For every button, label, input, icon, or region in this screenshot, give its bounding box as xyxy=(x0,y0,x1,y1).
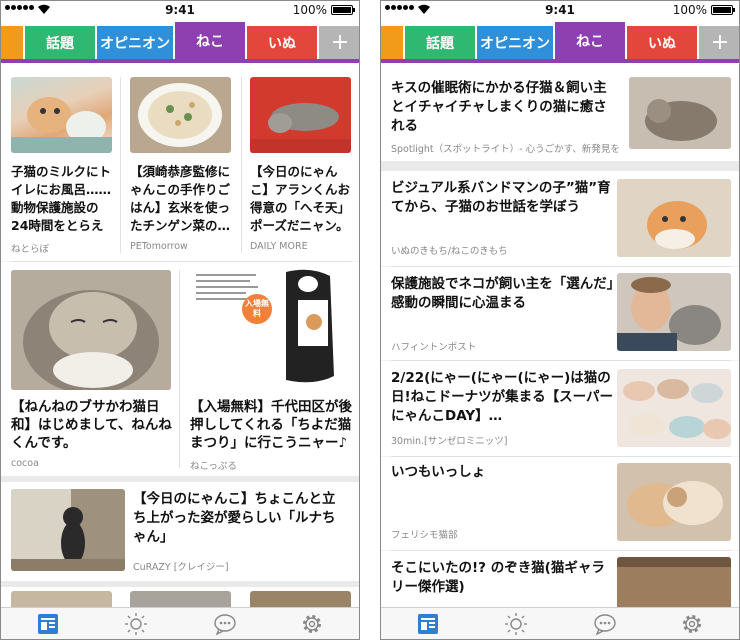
weather-sun-icon[interactable] xyxy=(124,612,148,636)
article-title: 2/22(にゃー(にゃー(にゃー)は猫の日!ねこドーナツが集まる【スーパーにゃん… xyxy=(391,370,614,424)
tab-label: オピニオン xyxy=(480,35,550,52)
article-card[interactable]: 【今日のにゃんこ】アランくんお得意の「へそ天」ポーズだニャン。 DAILY MO… xyxy=(242,65,359,261)
tab-prev[interactable] xyxy=(381,26,403,59)
article-source: ハフィントンポスト xyxy=(391,342,477,353)
news-feed[interactable]: キスの催眠術にかかる仔猫＆飼い主とイチャイチャしまくりの猫に癒される Spotl… xyxy=(381,65,739,609)
article-thumbnail xyxy=(11,270,171,390)
article-thumbnail xyxy=(617,557,731,609)
tab-dog[interactable]: いぬ xyxy=(247,26,317,59)
article-card[interactable]: 子猫のミルクにトイレにお風呂……動物保護施設の24時間をとらえた ねとらぼ xyxy=(1,65,119,261)
weather-sun-icon[interactable] xyxy=(504,612,528,636)
article-source: いぬのきもち/ねこのきもち xyxy=(391,246,508,257)
tab-opinion[interactable]: オピニオン xyxy=(477,26,553,59)
article-list-item[interactable]: 2/22(にゃー(にゃー(にゃー)は猫の日!ねこドーナツが集まる【スーパーにゃん… xyxy=(381,361,739,456)
tab-cat[interactable]: ねこ xyxy=(555,22,625,59)
article-thumbnail xyxy=(617,179,731,257)
article-source: CuRAZY [クレイジー] xyxy=(133,562,229,573)
article-list-item[interactable]: そこにいたの!? のぞき猫(猫ギャラリー傑作選) xyxy=(381,551,739,609)
category-tabs: 話題 オピニオン ねこ いぬ + xyxy=(1,19,359,65)
battery-percent: 100% xyxy=(292,3,327,17)
article-card[interactable]: 【須崎恭彦監修にゃんこの手作りごはん】玄米を使ったチンゲン菜の… PETomor… xyxy=(121,65,241,261)
article-source: 30min.[サンゼロミニッツ] xyxy=(391,436,508,447)
tab-underline xyxy=(381,59,739,63)
section-gap xyxy=(381,161,739,171)
tab-cat[interactable]: ねこ xyxy=(175,22,245,59)
news-icon[interactable] xyxy=(36,612,60,636)
article-card[interactable]: 【ねんねのブサかわ猫日和】はじめまして、ねんねくんです。 cocoa xyxy=(1,262,179,476)
tab-label: ねこ xyxy=(576,33,604,50)
tab-label: オピニオン xyxy=(100,35,170,52)
article-title: ビジュアル系バンドマンの子”猫”育てから、子猫のお世話を学ぼう xyxy=(391,180,611,215)
article-list-item[interactable]: ビジュアル系バンドマンの子”猫”育てから、子猫のお世話を学ぼう いぬのきもち/ね… xyxy=(381,171,739,266)
tab-label: ねこ xyxy=(196,33,224,50)
tab-underline xyxy=(1,59,359,63)
article-title: 【今日のにゃんこ】アランくんお得意の「へそ天」ポーズだニャン。 xyxy=(250,164,351,233)
chat-bubble-icon[interactable] xyxy=(593,612,617,636)
article-thumbnail xyxy=(617,463,731,541)
article-card[interactable]: 入場無料 【入場無料】千代田区が後押ししてくれる「ちよだ猫まつり」に行こうニャー… xyxy=(180,262,359,476)
article-source: DAILY MORE xyxy=(250,241,308,252)
tab-prev[interactable] xyxy=(1,26,23,59)
plus-icon: + xyxy=(710,30,730,55)
article-title: 【今日のにゃんこ】ちょこんと立ち上がった姿が愛らしい「ルナちゃん」 xyxy=(133,491,336,545)
article-source: PETomorrow xyxy=(130,241,188,252)
article-list-item[interactable]: キスの催眠術にかかる仔猫＆飼い主とイチャイチャしまくりの猫に癒される Spotl… xyxy=(381,65,739,161)
article-thumbnail xyxy=(617,273,731,351)
news-feed[interactable]: 子猫のミルクにトイレにお風呂……動物保護施設の24時間をとらえた ねとらぼ 【須… xyxy=(1,65,359,609)
tab-topics[interactable]: 話題 xyxy=(25,26,95,59)
article-list-item[interactable]: いつもいっしょ フェリシモ猫部 xyxy=(381,457,739,550)
article-source: ねとらぼ xyxy=(11,244,50,255)
tab-label: いぬ xyxy=(648,35,676,52)
article-thumbnail xyxy=(11,489,125,571)
status-bar: 9:41 100% xyxy=(1,1,359,19)
bottom-tab-bar xyxy=(381,607,739,639)
tab-topics[interactable]: 話題 xyxy=(405,26,475,59)
article-thumbnail xyxy=(629,77,731,149)
article-source: ねこっぷる xyxy=(190,461,237,472)
article-thumbnail xyxy=(617,369,731,447)
tab-label: いぬ xyxy=(268,35,296,52)
article-card-wide[interactable]: 【今日のにゃんこ】ちょこんと立ち上がった姿が愛らしい「ルナちゃん」 CuRAZY… xyxy=(1,482,359,581)
feed-row: 子猫のミルクにトイレにお風呂……動物保護施設の24時間をとらえた ねとらぼ 【須… xyxy=(1,65,359,261)
article-title: 【ねんねのブサかわ猫日和】はじめまして、ねんねくんです。 xyxy=(11,399,172,451)
tab-opinion[interactable]: オピニオン xyxy=(97,26,173,59)
settings-gear-icon[interactable] xyxy=(680,612,704,636)
feed-row xyxy=(1,587,359,609)
article-title: 【須崎恭彦監修にゃんこの手作りごはん】玄米を使ったチンゲン菜の… xyxy=(130,164,231,233)
article-title: 保護施設でネコが飼い主を「選んだ」感動の瞬間に心温まる xyxy=(391,276,614,311)
feed-row: 【ねんねのブサかわ猫日和】はじめまして、ねんねくんです。 cocoa 入場無料 … xyxy=(1,262,359,476)
battery-icon xyxy=(711,5,735,15)
article-thumbnail: 入場無料 xyxy=(190,264,352,388)
article-source: Spotlight（スポットライト）- 心うごかす、新発見を xyxy=(391,144,620,155)
article-title: そこにいたの!? のぞき猫(猫ギャラリー傑作選) xyxy=(391,560,605,595)
free-entry-badge: 入場無料 xyxy=(242,294,272,324)
article-title: 子猫のミルクにトイレにお風呂……動物保護施設の24時間をとらえた xyxy=(11,164,112,233)
plus-icon: + xyxy=(330,30,350,55)
add-tab-button[interactable]: + xyxy=(699,26,739,59)
article-thumbnail xyxy=(11,77,112,153)
article-title: 【入場無料】千代田区が後押ししてくれる「ちよだ猫まつり」に行こうニャー♪ xyxy=(190,399,352,451)
article-source: cocoa xyxy=(11,458,39,469)
chat-bubble-icon[interactable] xyxy=(213,612,237,636)
article-source: フェリシモ猫部 xyxy=(391,530,458,541)
battery-percent: 100% xyxy=(672,3,707,17)
add-tab-button[interactable]: + xyxy=(319,26,359,59)
settings-gear-icon[interactable] xyxy=(300,612,324,636)
tab-dog[interactable]: いぬ xyxy=(627,26,697,59)
status-bar: 9:41 100% xyxy=(381,1,739,19)
article-thumbnail xyxy=(130,77,231,153)
article-title: いつもいっしょ xyxy=(391,464,486,480)
bottom-tab-bar xyxy=(1,607,359,639)
news-icon[interactable] xyxy=(416,612,440,636)
tab-label: 話題 xyxy=(426,35,454,52)
tab-label: 話題 xyxy=(46,35,74,52)
article-title: キスの催眠術にかかる仔猫＆飼い主とイチャイチャしまくりの猫に癒される xyxy=(391,80,607,134)
battery-icon xyxy=(331,5,355,15)
article-thumbnail xyxy=(250,77,351,153)
article-list-item[interactable]: 保護施設でネコが飼い主を「選んだ」感動の瞬間に心温まる ハフィントンポスト xyxy=(381,267,739,360)
right-phone-screen: 9:41 100% 話題 オピニオン ねこ いぬ + キスの催眠術にかかる仔猫＆… xyxy=(380,0,740,640)
category-tabs: 話題 オピニオン ねこ いぬ + xyxy=(381,19,739,65)
left-phone-screen: 9:41 100% 話題 オピニオン ねこ いぬ + 子猫のミルクにトイレにお風… xyxy=(0,0,360,640)
